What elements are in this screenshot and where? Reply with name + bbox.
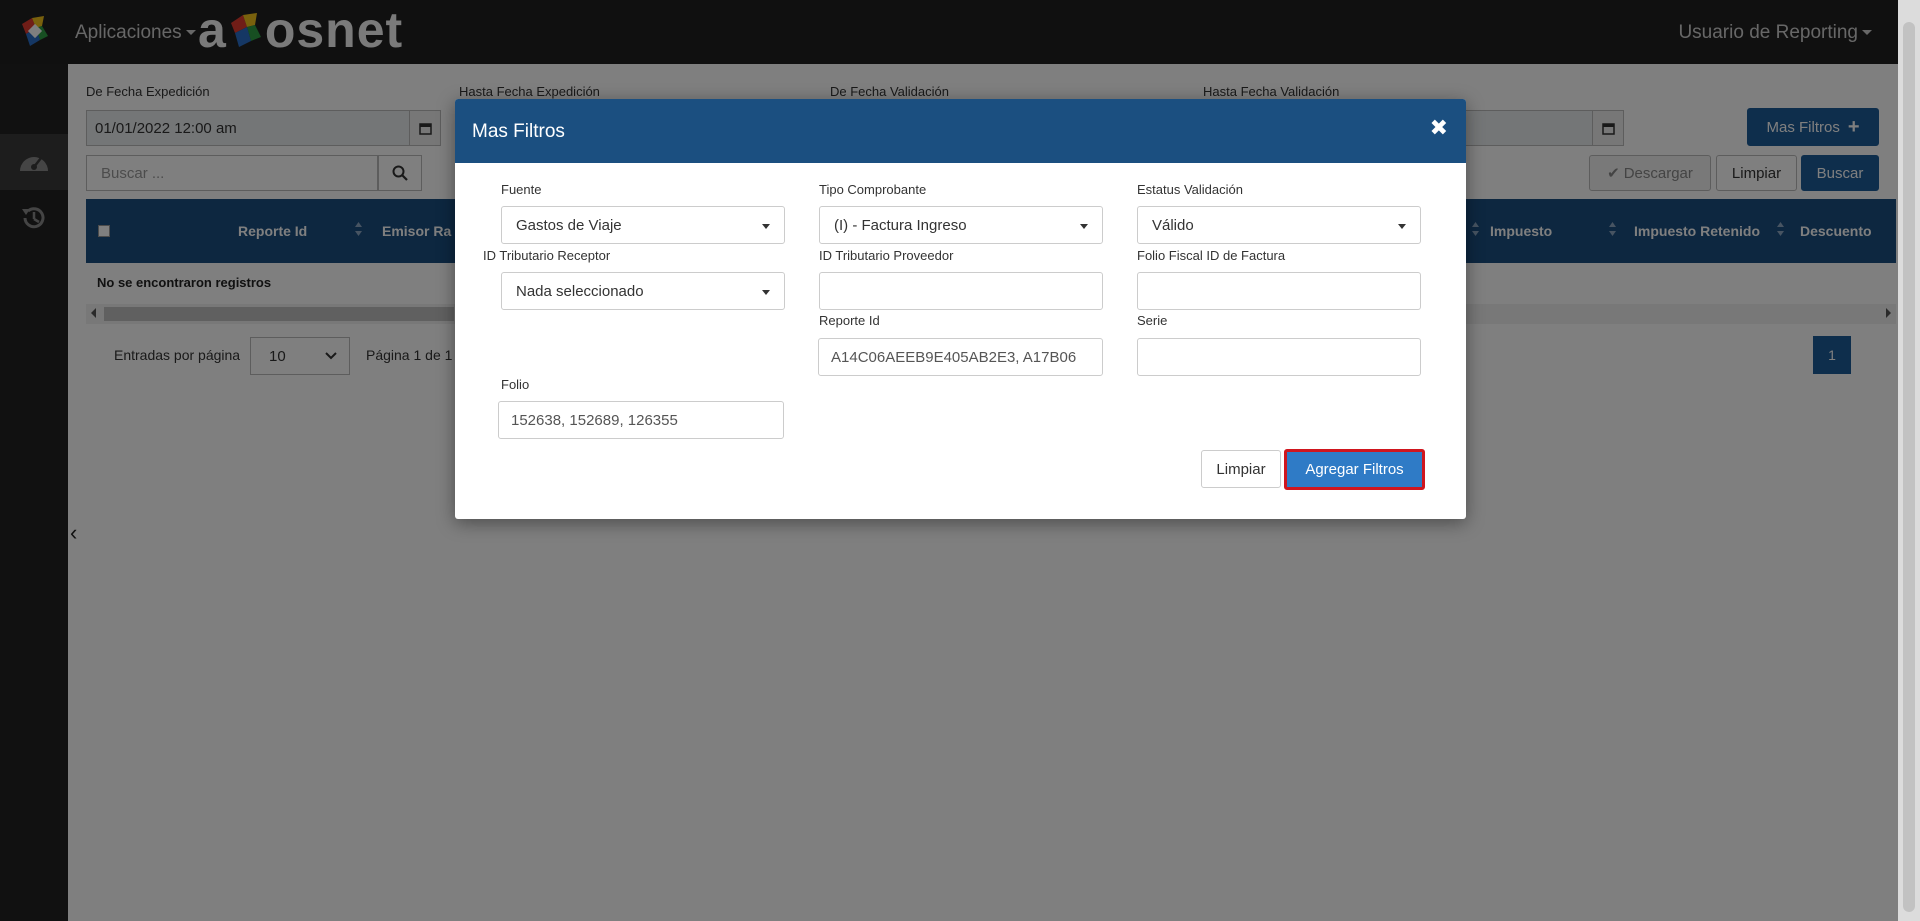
caret-down-icon — [762, 224, 770, 229]
estatus-validacion-value: Válido — [1152, 217, 1194, 234]
fuente-select[interactable]: Gastos de Viaje — [501, 206, 785, 244]
serie-input[interactable] — [1137, 338, 1421, 376]
id-tributario-receptor-value: Nada seleccionado — [516, 283, 644, 300]
id-tributario-receptor-select[interactable]: Nada seleccionado — [501, 272, 785, 310]
estatus-validacion-label: Estatus Validación — [1137, 182, 1243, 197]
tipo-comprobante-value: (I) - Factura Ingreso — [834, 217, 967, 234]
agregar-filtros-button[interactable]: Agregar Filtros — [1284, 449, 1425, 490]
folio-input[interactable]: 152638, 152689, 126355 — [498, 401, 784, 439]
id-tributario-proveedor-label: ID Tributario Proveedor — [819, 248, 954, 263]
folio-fiscal-label: Folio Fiscal ID de Factura — [1137, 248, 1286, 263]
reporte-id-label: Reporte Id — [819, 313, 880, 328]
caret-down-icon — [1080, 224, 1088, 229]
id-tributario-proveedor-input[interactable] — [819, 272, 1103, 310]
vertical-scrollbar[interactable] — [1898, 0, 1920, 921]
close-icon[interactable]: ✖ — [1430, 115, 1448, 141]
caret-down-icon — [1398, 224, 1406, 229]
serie-label: Serie — [1137, 313, 1168, 328]
caret-down-icon — [762, 290, 770, 295]
folio-fiscal-input[interactable] — [1137, 272, 1421, 310]
estatus-validacion-select[interactable]: Válido — [1137, 206, 1421, 244]
tipo-comprobante-select[interactable]: (I) - Factura Ingreso — [819, 206, 1103, 244]
folio-label: Folio — [501, 377, 530, 392]
tipo-comprobante-label: Tipo Comprobante — [819, 182, 927, 197]
id-tributario-receptor-label: ID Tributario Receptor — [483, 248, 611, 263]
mas-filtros-modal: Mas Filtros ✖ Fuente Tipo Comprobante Es… — [455, 99, 1466, 519]
reporte-id-input[interactable]: A14C06AEEB9E405AB2E3, A17B06 — [818, 338, 1103, 376]
scrollbar-thumb[interactable] — [1903, 22, 1915, 912]
modal-limpiar-button[interactable]: Limpiar — [1201, 450, 1281, 488]
modal-header: Mas Filtros ✖ — [455, 99, 1466, 163]
fuente-label: Fuente — [501, 182, 542, 197]
modal-title: Mas Filtros — [472, 121, 565, 142]
fuente-value: Gastos de Viaje — [516, 217, 622, 234]
